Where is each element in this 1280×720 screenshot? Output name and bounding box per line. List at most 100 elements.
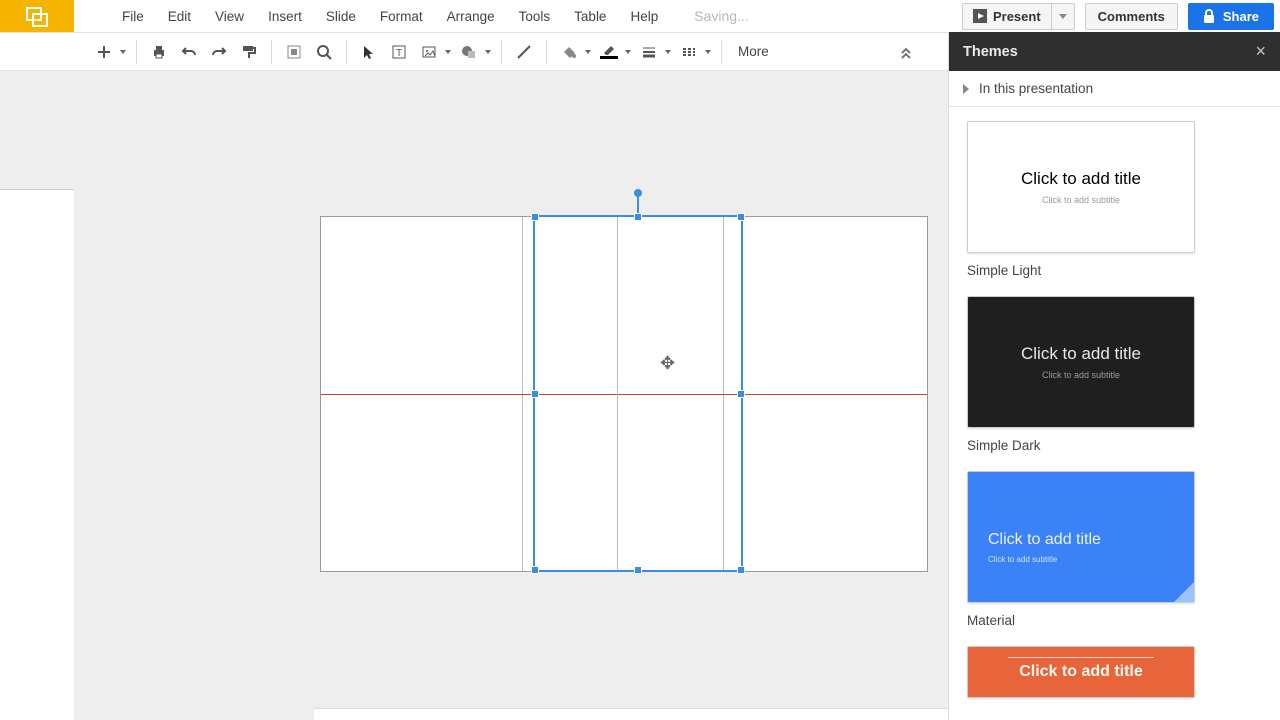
theme-preview-subtitle: Click to add subtitle: [1042, 195, 1120, 205]
shape-icon: [455, 38, 483, 66]
close-icon[interactable]: ×: [1255, 41, 1266, 62]
themes-header: Themes ×: [949, 32, 1280, 71]
fit-icon: [286, 44, 302, 60]
menu-tools[interactable]: Tools: [507, 3, 563, 30]
play-icon: [973, 9, 987, 23]
present-dropdown[interactable]: [1052, 3, 1075, 30]
separator: [501, 40, 502, 64]
cursor-icon: [361, 44, 377, 60]
lines-icon: [635, 38, 663, 66]
bottom-bar: [314, 708, 948, 720]
resize-handle-tr[interactable]: [737, 213, 745, 221]
print-icon: [151, 44, 167, 60]
theme-label: Simple Dark: [967, 438, 1262, 453]
paint-format-button[interactable]: [235, 38, 263, 66]
chevron-down-icon: [625, 50, 631, 54]
print-button[interactable]: [145, 38, 173, 66]
selection-box[interactable]: [533, 215, 743, 572]
resize-handle-tm[interactable]: [634, 213, 642, 221]
resize-handle-tl[interactable]: [531, 213, 539, 221]
present-button[interactable]: Present: [962, 3, 1052, 30]
chevron-down-icon: [665, 50, 671, 54]
theme-preview-title: Click to add title: [1021, 169, 1141, 189]
toolbar-more-button[interactable]: More: [730, 40, 783, 63]
separator: [546, 40, 547, 64]
present-group: Present: [962, 3, 1075, 30]
fill-color-button[interactable]: [555, 38, 593, 66]
chevron-down-icon: [485, 50, 491, 54]
resize-handle-br[interactable]: [737, 566, 745, 574]
theme-preview-title: Click to add title: [1021, 344, 1141, 364]
present-label: Present: [993, 9, 1041, 24]
line-dash-button[interactable]: [675, 38, 713, 66]
decor-line: [1008, 657, 1154, 658]
fit-button[interactable]: [280, 38, 308, 66]
menu-slide[interactable]: Slide: [314, 3, 368, 30]
themes-section-header[interactable]: In this presentation: [949, 71, 1280, 107]
line-icon: [516, 44, 532, 60]
bucket-icon: [555, 38, 583, 66]
share-button[interactable]: Share: [1188, 3, 1274, 30]
zoom-button[interactable]: [310, 38, 338, 66]
textbox-icon: T: [391, 44, 407, 60]
plus-icon: [90, 38, 118, 66]
line-weight-button[interactable]: [635, 38, 673, 66]
resize-handle-mr[interactable]: [737, 390, 745, 398]
menu-items: File Edit View Insert Slide Format Arran…: [110, 3, 749, 30]
undo-icon: [181, 44, 197, 60]
theme-label: Simple Light: [967, 263, 1262, 278]
collapse-toolbar-button[interactable]: [892, 38, 920, 66]
menu-help[interactable]: Help: [618, 3, 670, 30]
chevron-down-icon: [445, 50, 451, 54]
theme-simple-dark[interactable]: Click to add title Click to add subtitle: [967, 296, 1195, 428]
rotate-handle[interactable]: [634, 189, 642, 197]
menu-insert[interactable]: Insert: [256, 3, 314, 30]
theme-material[interactable]: Click to add title Click to add subtitle: [967, 471, 1195, 603]
header-buttons: Present Comments Share: [962, 0, 1274, 32]
caret-right-icon: [963, 84, 969, 94]
more-label: More: [738, 44, 769, 59]
themes-list: Click to add title Click to add subtitle…: [949, 107, 1280, 720]
shape-tool[interactable]: [455, 38, 493, 66]
line-color-button[interactable]: [595, 38, 633, 66]
separator: [346, 40, 347, 64]
separator: [721, 40, 722, 64]
theme-label: Material: [967, 613, 1262, 628]
menu-table[interactable]: Table: [562, 3, 618, 30]
lock-icon: [1203, 9, 1215, 23]
image-tool[interactable]: [415, 38, 453, 66]
resize-handle-ml[interactable]: [531, 390, 539, 398]
textbox-tool[interactable]: T: [385, 38, 413, 66]
themes-panel: Themes × In this presentation Click to a…: [948, 32, 1280, 720]
redo-button[interactable]: [205, 38, 233, 66]
theme-preview-title: Click to add title: [1019, 663, 1143, 681]
shape-divider: [617, 217, 618, 570]
new-slide-button[interactable]: [90, 38, 128, 66]
undo-button[interactable]: [175, 38, 203, 66]
dash-icon: [675, 38, 703, 66]
menubar: File Edit View Insert Slide Format Arran…: [0, 0, 1280, 32]
menu-format[interactable]: Format: [368, 3, 435, 30]
comments-button[interactable]: Comments: [1085, 3, 1178, 30]
menu-arrange[interactable]: Arrange: [435, 3, 507, 30]
theme-orange[interactable]: Click to add title: [967, 646, 1195, 698]
resize-handle-bl[interactable]: [531, 566, 539, 574]
select-tool[interactable]: [355, 38, 383, 66]
menu-view[interactable]: View: [203, 3, 256, 30]
theme-preview-subtitle: Click to add subtitle: [1042, 370, 1120, 380]
image-icon: [415, 38, 443, 66]
svg-text:T: T: [396, 48, 402, 59]
menu-edit[interactable]: Edit: [156, 3, 203, 30]
saving-status: Saving...: [694, 8, 748, 24]
chevron-down-icon: [705, 50, 711, 54]
theme-simple-light[interactable]: Click to add title Click to add subtitle: [967, 121, 1195, 253]
left-gutter: [0, 190, 74, 720]
line-tool[interactable]: [510, 38, 538, 66]
pen-icon: [595, 38, 623, 66]
menu-file[interactable]: File: [110, 3, 156, 30]
chevron-down-icon: [1059, 14, 1067, 19]
resize-handle-bm[interactable]: [634, 566, 642, 574]
themes-title: Themes: [963, 44, 1018, 60]
share-label: Share: [1223, 9, 1259, 24]
move-cursor-icon: ✥: [660, 353, 675, 374]
